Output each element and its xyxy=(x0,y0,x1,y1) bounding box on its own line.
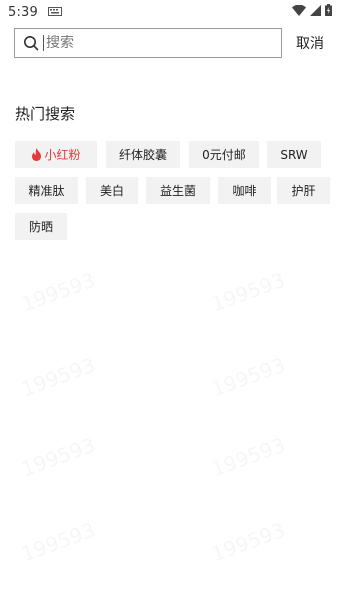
hot-tag[interactable]: 0元付邮 xyxy=(189,141,259,168)
watermark: 199593 xyxy=(208,268,288,317)
hot-tag[interactable]: 护肝 xyxy=(277,177,330,204)
hot-tag[interactable]: 小红粉 xyxy=(15,141,97,168)
search-input[interactable] xyxy=(43,35,263,51)
hot-tag[interactable]: 咖啡 xyxy=(218,177,271,204)
hot-search-title: 热门搜索 xyxy=(15,105,76,123)
wifi-icon xyxy=(292,4,306,20)
status-time: 5:39 xyxy=(8,4,38,20)
hot-tag[interactable]: SRW xyxy=(267,141,321,168)
cancel-button[interactable]: 取消 xyxy=(296,33,324,53)
battery-icon xyxy=(325,4,332,20)
status-bar: 5:39 xyxy=(0,0,340,24)
hot-tag[interactable]: 纤体胶囊 xyxy=(106,141,180,168)
hot-tag[interactable]: 美白 xyxy=(86,177,138,204)
signal-icon xyxy=(310,4,321,20)
watermark: 199593 xyxy=(18,353,98,402)
watermark: 199593 xyxy=(208,433,288,482)
hot-tag[interactable]: 益生菌 xyxy=(146,177,210,204)
watermark: 199593 xyxy=(208,518,288,567)
hot-tag[interactable]: 精准肽 xyxy=(15,177,78,204)
watermark: 199593 xyxy=(208,353,288,402)
hot-tag-label: 小红粉 xyxy=(44,148,81,162)
search-icon xyxy=(23,35,39,51)
hot-tag[interactable]: 防晒 xyxy=(15,213,67,240)
watermark: 199593 xyxy=(18,268,98,317)
keyboard-icon xyxy=(48,5,62,20)
search-box[interactable] xyxy=(14,28,282,58)
watermark: 199593 xyxy=(18,518,98,567)
search-row: 取消 xyxy=(14,28,334,58)
fire-icon xyxy=(31,148,42,161)
watermark: 199593 xyxy=(18,433,98,482)
